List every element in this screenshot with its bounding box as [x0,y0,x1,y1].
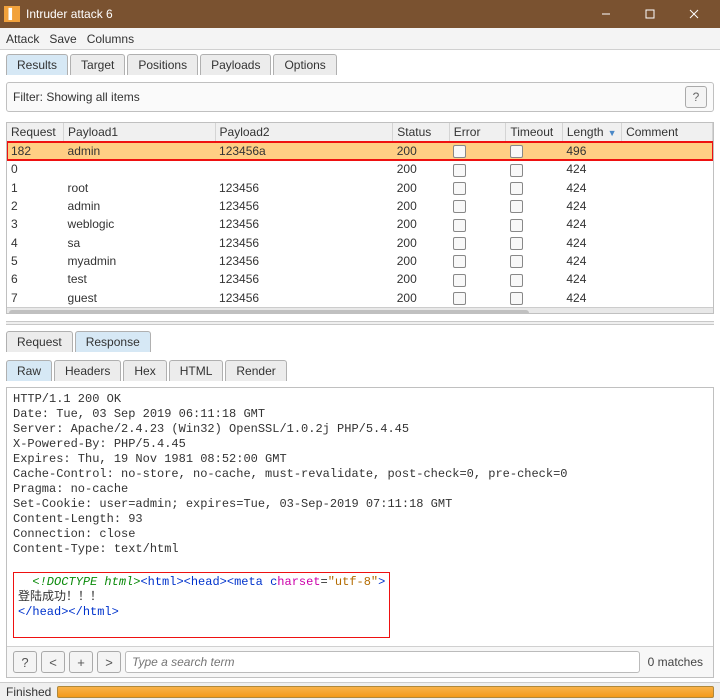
timeout-checkbox[interactable] [510,164,523,177]
table-row[interactable]: 7guest123456200424 [7,289,713,307]
error-checkbox[interactable] [453,182,466,195]
search-matches: 0 matches [644,655,707,669]
timeout-checkbox[interactable] [510,200,523,213]
tab-raw[interactable]: Raw [6,360,52,381]
menu-attack[interactable]: Attack [6,32,39,46]
search-prev-button[interactable]: < [41,651,65,673]
tab-payloads[interactable]: Payloads [200,54,271,75]
error-checkbox[interactable] [453,292,466,305]
table-row[interactable]: 6test123456200424 [7,270,713,288]
timeout-checkbox[interactable] [510,237,523,250]
tab-hex[interactable]: Hex [123,360,166,381]
close-button[interactable] [672,0,716,28]
tab-response[interactable]: Response [75,331,151,352]
scrollbar-thumb[interactable] [9,310,529,314]
response-body-highlight: <!DOCTYPE html><html><head><meta charset… [13,572,390,638]
col-length[interactable]: Length▼ [562,123,621,142]
timeout-checkbox[interactable] [510,274,523,287]
col-comment[interactable]: Comment [622,123,713,142]
menu-columns[interactable]: Columns [87,32,134,46]
col-payload2[interactable]: Payload2 [215,123,393,142]
timeout-checkbox[interactable] [510,255,523,268]
timeout-checkbox[interactable] [510,182,523,195]
col-payload1[interactable]: Payload1 [64,123,215,142]
progress-bar [57,686,714,698]
col-status[interactable]: Status [393,123,450,142]
sort-indicator-icon: ▼ [608,128,617,138]
content-area: Results Target Positions Payloads Option… [0,50,720,682]
help-button[interactable]: ? [685,86,707,108]
col-error[interactable]: Error [449,123,506,142]
maximize-button[interactable] [628,0,672,28]
minimize-button[interactable] [584,0,628,28]
search-help-button[interactable]: ? [13,651,37,673]
table-row[interactable]: 3weblogic123456200424 [7,215,713,233]
view-tabs: Raw Headers Hex HTML Render [6,360,714,381]
filter-bar[interactable]: Filter: Showing all items ? [6,82,714,112]
col-timeout[interactable]: Timeout [506,123,563,142]
main-tabs: Results Target Positions Payloads Option… [6,54,714,75]
timeout-checkbox[interactable] [510,219,523,232]
results-table: Request Payload1 Payload2 Status Error T… [7,123,713,307]
error-checkbox[interactable] [453,237,466,250]
filter-label: Filter: Showing all items [13,90,681,104]
app-icon: ▌ [4,6,20,22]
tab-results[interactable]: Results [6,54,68,75]
error-checkbox[interactable] [453,255,466,268]
col-request[interactable]: Request [7,123,64,142]
tab-target[interactable]: Target [70,54,125,75]
search-next-button[interactable]: > [97,651,121,673]
timeout-checkbox[interactable] [510,292,523,305]
error-checkbox[interactable] [453,200,466,213]
tab-html[interactable]: HTML [169,360,224,381]
error-checkbox[interactable] [453,274,466,287]
titlebar: ▌ Intruder attack 6 [0,0,720,28]
table-row[interactable]: 5myadmin123456200424 [7,252,713,270]
error-checkbox[interactable] [453,145,466,158]
tab-headers[interactable]: Headers [54,360,121,381]
menubar: Attack Save Columns [0,28,720,50]
error-checkbox[interactable] [453,219,466,232]
results-table-container: Request Payload1 Payload2 Status Error T… [6,122,714,314]
status-label: Finished [6,685,51,699]
window-title: Intruder attack 6 [26,7,584,21]
timeout-checkbox[interactable] [510,145,523,158]
response-panel: HTTP/1.1 200 OK Date: Tue, 03 Sep 2019 0… [6,387,714,678]
table-row[interactable]: 2admin123456200424 [7,197,713,215]
app-window: ▌ Intruder attack 6 Attack Save Columns … [0,0,720,700]
tab-positions[interactable]: Positions [127,54,198,75]
search-input[interactable] [125,651,640,673]
response-raw-text[interactable]: HTTP/1.1 200 OK Date: Tue, 03 Sep 2019 0… [7,388,713,646]
tab-options[interactable]: Options [273,54,336,75]
menu-save[interactable]: Save [49,32,76,46]
h-scrollbar[interactable] [7,307,713,313]
search-plus-button[interactable]: + [69,651,93,673]
table-row[interactable]: 1root123456200424 [7,179,713,197]
search-bar: ? < + > 0 matches [7,646,713,677]
table-row[interactable]: 182admin123456a200496 [7,142,713,161]
status-bar: Finished [0,682,720,700]
table-row[interactable]: 4sa123456200424 [7,234,713,252]
table-row[interactable]: 0200424 [7,160,713,178]
tab-request[interactable]: Request [6,331,73,352]
detail-tabs: Request Response [6,331,714,352]
error-checkbox[interactable] [453,164,466,177]
tab-render[interactable]: Render [225,360,286,381]
splitter[interactable] [6,321,714,325]
